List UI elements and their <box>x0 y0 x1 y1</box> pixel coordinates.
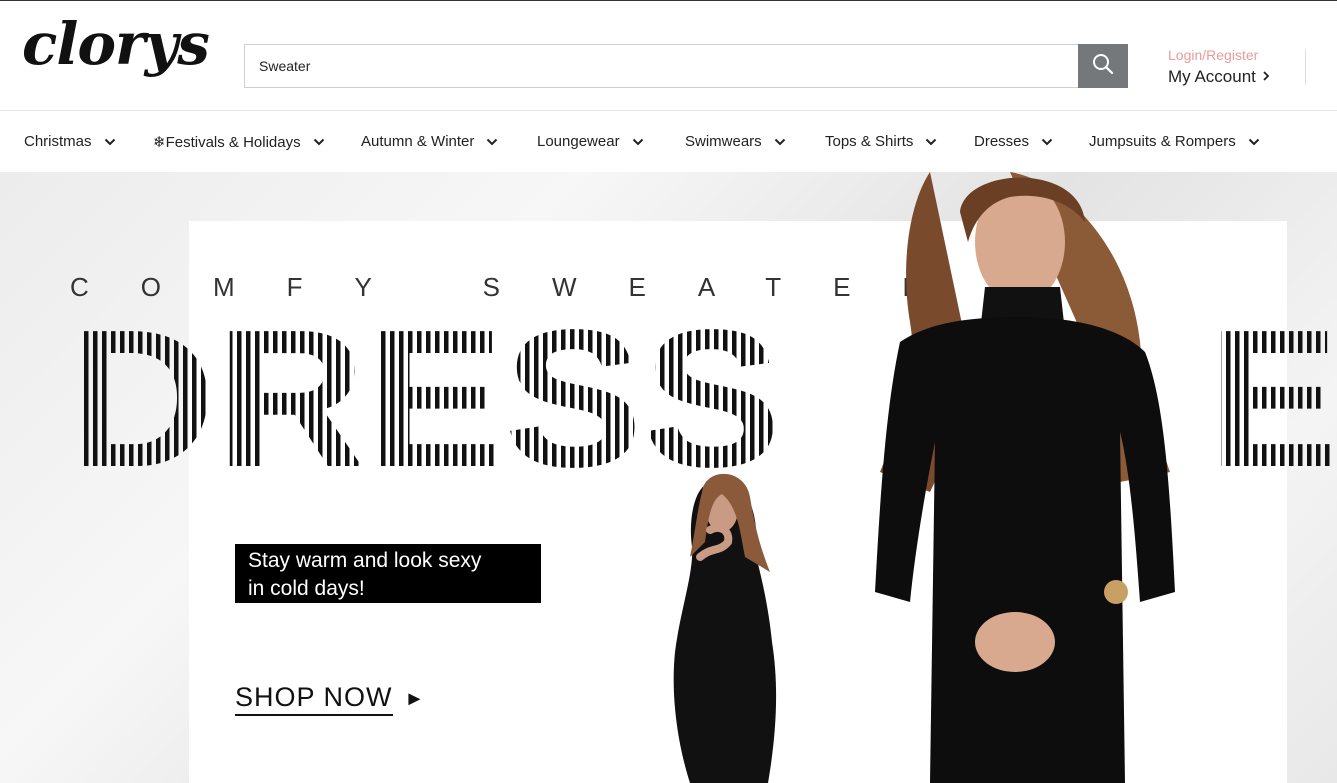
nav-item-label: Loungewear <box>537 133 620 150</box>
nav-item-loungewear[interactable]: Loungewear <box>537 111 644 172</box>
chevron-down-icon <box>925 138 937 146</box>
hero-headline-right: E <box>1208 312 1337 502</box>
hero-headline-right-graphic: E <box>1208 312 1337 502</box>
nav-item-label: Tops & Shirts <box>825 133 914 150</box>
chevron-down-icon <box>1248 138 1260 146</box>
nav-item-jumpsuits-rompers[interactable]: Jumpsuits & Rompers <box>1089 111 1260 172</box>
nav-item-label: Christmas <box>24 133 92 150</box>
hero-tagline-line1: Stay warm and look sexy <box>248 549 482 572</box>
shop-now-label: SHOP NOW <box>235 682 393 716</box>
nav-item-swimwears[interactable]: Swimwears <box>685 111 786 172</box>
my-account-label: My Account <box>1168 67 1256 86</box>
nav-item-label: Autumn & Winter <box>361 133 475 150</box>
brand-logo[interactable]: clorys <box>22 15 210 73</box>
account-area: Login/Register My Account <box>1168 46 1270 87</box>
hero-banner[interactable]: COMFY SWEATER DRESS E Stay warm and look… <box>0 172 1337 783</box>
hero-tagline: Stay warm and look sexy in cold days! <box>235 544 541 603</box>
chevron-down-icon <box>1041 138 1053 146</box>
nav-item-christmas[interactable]: Christmas <box>24 111 116 172</box>
chevron-down-icon <box>632 138 644 146</box>
login-register-link[interactable]: Login/Register <box>1168 46 1270 64</box>
site-header: clorys Login/Register My Account <box>0 1 1337 111</box>
nav-item-dresses[interactable]: Dresses <box>974 111 1053 172</box>
search-bar <box>244 44 1128 88</box>
search-icon <box>1092 53 1114 80</box>
nav-item-label: ❄Festivals & Holidays <box>153 133 301 151</box>
category-nav: Christmas ❄Festivals & Holidays Autumn &… <box>0 111 1337 172</box>
play-arrow-icon: ► <box>404 687 425 710</box>
hero-tagline-line2: in cold days! <box>248 577 365 600</box>
chevron-down-icon <box>774 138 786 146</box>
nav-item-label: Dresses <box>974 133 1030 150</box>
model-small-image <box>673 473 777 783</box>
nav-item-tops-shirts[interactable]: Tops & Shirts <box>825 111 937 172</box>
nav-item-label: Jumpsuits & Rompers <box>1089 133 1236 150</box>
chevron-right-icon <box>1262 67 1270 87</box>
hero-subtitle: COMFY SWEATER <box>70 272 974 302</box>
nav-item-autumn-winter[interactable]: Autumn & Winter <box>361 111 498 172</box>
search-input[interactable] <box>244 44 1078 88</box>
chevron-down-icon <box>104 138 116 146</box>
search-button[interactable] <box>1078 44 1128 88</box>
my-account-link[interactable]: My Account <box>1168 67 1270 87</box>
nav-item-festivals-holidays[interactable]: ❄Festivals & Holidays <box>153 111 325 172</box>
shop-now-button[interactable]: SHOP NOW ► <box>235 682 424 716</box>
chevron-down-icon <box>486 138 498 146</box>
chevron-down-icon <box>313 138 325 146</box>
model-large-image <box>875 172 1175 783</box>
nav-item-label: Swimwears <box>685 133 762 150</box>
header-divider <box>1305 49 1306 85</box>
